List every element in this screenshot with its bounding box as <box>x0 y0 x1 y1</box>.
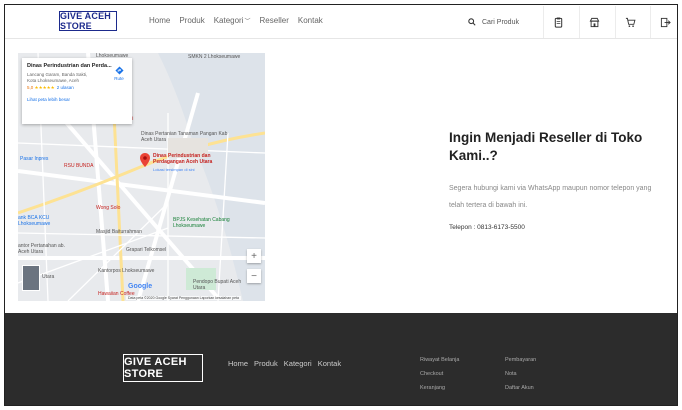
cart-button[interactable] <box>615 6 645 38</box>
larger-map-link[interactable]: Lihat peta lebih besar <box>27 97 127 102</box>
footer-link-pembayaran[interactable]: Pembayaran <box>505 357 536 363</box>
map-marker-icon[interactable] <box>140 153 150 167</box>
map-label-rsu: RSU BUNDA <box>64 163 94 169</box>
map-label-utara: Utara <box>42 274 55 280</box>
nav-kategori-label: Kategori <box>213 16 244 25</box>
footer-nav-kontak[interactable]: Kontak <box>318 359 341 368</box>
site-footer: GIVE ACEH STORE Home Produk Kategori Kon… <box>5 313 677 405</box>
zoom-out-button[interactable]: − <box>247 269 261 283</box>
nav-reseller[interactable]: Reseller <box>260 16 289 25</box>
chevron-down-icon: ﹀ <box>244 19 251 25</box>
map-label-pertanahan: antor Pertanahan ab. Aceh Utara <box>18 243 65 255</box>
map-label-kantorpos: Kantorpos Lhokseumawe <box>98 268 155 274</box>
nav-home[interactable]: Home <box>149 16 170 25</box>
google-logo: Google <box>128 283 152 290</box>
logout-icon <box>660 17 671 27</box>
street-view-thumbnail[interactable] <box>22 265 40 291</box>
footer-logo[interactable]: GIVE ACEH STORE <box>123 354 203 382</box>
site-logo[interactable]: GIVE ACEH STORE <box>59 11 117 31</box>
map-label-marker: Dinas Perindustrian dan Perdagangan Aceh… <box>153 153 213 165</box>
page-frame: GIVE ACEH STORE Home Produk Kategori﹀ Re… <box>4 4 678 406</box>
map-label-bca: ank BCA KCU Lhokseumawe <box>18 215 51 227</box>
nav-kategori[interactable]: Kategori﹀ <box>214 16 251 25</box>
map-label-masjid: Masjid Baiturrahman <box>96 229 142 235</box>
store-button[interactable] <box>579 6 609 38</box>
store-icon <box>589 17 600 27</box>
map-label-pasar: Pasar Inpres <box>20 156 49 162</box>
reseller-description: Segera hubungi kami via WhatsApp maupun … <box>449 185 652 209</box>
map-info-address: Lancang Garam, Banda Sakti, Kota Lhokseu… <box>27 72 88 83</box>
search-placeholder: Cari Produk <box>482 18 519 26</box>
cart-icon <box>625 17 636 27</box>
reviews-link[interactable]: 2 ulasan <box>57 85 74 90</box>
orders-button[interactable] <box>543 6 573 38</box>
map-label-bpjs: BPJS Kesehatan Cabang Lhokseumawe <box>173 217 230 229</box>
footer-links-account: Riwayat Belanja Checkout Keranjang <box>420 357 459 391</box>
map-label-marker-sub: Lokasi tersimpan di sini <box>153 167 195 172</box>
footer-nav: Home Produk Kategori Kontak <box>228 359 341 368</box>
route-label: Rute <box>114 76 124 81</box>
search-box[interactable]: Cari Produk <box>460 7 540 37</box>
map-info-rating: 5,0 ★★★★★ 2 ulasan <box>27 85 127 91</box>
map-info-card: Dinas Perindustrian dan Perda... Lancang… <box>22 58 132 124</box>
map-label-pendopo: Pendopo Bupati Aceh Utara <box>193 279 242 291</box>
directions-icon <box>114 66 124 75</box>
logout-button[interactable] <box>650 6 677 38</box>
map-label-wongsolo: Wong Solo <box>96 205 121 211</box>
rating-stars: ★★★★★ <box>34 85 55 90</box>
reseller-title: Ingin Menjadi Reseller di Toko Kami..? <box>449 130 643 163</box>
nav-kontak[interactable]: Kontak <box>298 16 323 25</box>
footer-nav-kategori[interactable]: Kategori <box>284 359 312 368</box>
footer-link-daftar-akun[interactable]: Daftar Akun <box>505 385 536 391</box>
zoom-in-button[interactable]: + <box>247 249 261 263</box>
footer-link-riwayat[interactable]: Riwayat Belanja <box>420 357 459 363</box>
google-logo-text: Google <box>128 283 153 290</box>
main-nav: Home Produk Kategori﹀ Reseller Kontak <box>149 16 323 25</box>
search-icon <box>468 18 476 26</box>
footer-nav-home[interactable]: Home <box>228 359 248 368</box>
map-label-grapari: Grapari Telkomsel <box>126 247 167 253</box>
route-button[interactable]: Rute <box>112 66 126 81</box>
google-map[interactable]: Lhokseumawe SMKN 2 Lhokseumawe Beji Dina… <box>18 53 265 301</box>
site-header: GIVE ACEH STORE Home Produk Kategori﹀ Re… <box>5 5 677 39</box>
footer-nav-produk[interactable]: Produk <box>254 359 278 368</box>
nav-produk[interactable]: Produk <box>179 16 204 25</box>
reseller-phone: Telepon : 0813-6173-5500 <box>449 224 525 231</box>
map-label-pertanian: Dinas Pertanian Tanaman Pangan Kab Aceh … <box>141 131 228 143</box>
rating-value: 5,0 <box>27 85 34 90</box>
map-label-smkn: SMKN 2 Lhokseumawe <box>188 54 241 60</box>
footer-link-keranjang[interactable]: Keranjang <box>420 385 459 391</box>
footer-links-payment: Pembayaran Nota Daftar Akun <box>505 357 536 391</box>
footer-link-checkout[interactable]: Checkout <box>420 371 459 377</box>
footer-link-nota[interactable]: Nota <box>505 371 536 377</box>
clipboard-icon <box>554 17 563 28</box>
map-attribution[interactable]: Data peta ©2020 Google Syarat Penggunaan… <box>126 296 241 300</box>
